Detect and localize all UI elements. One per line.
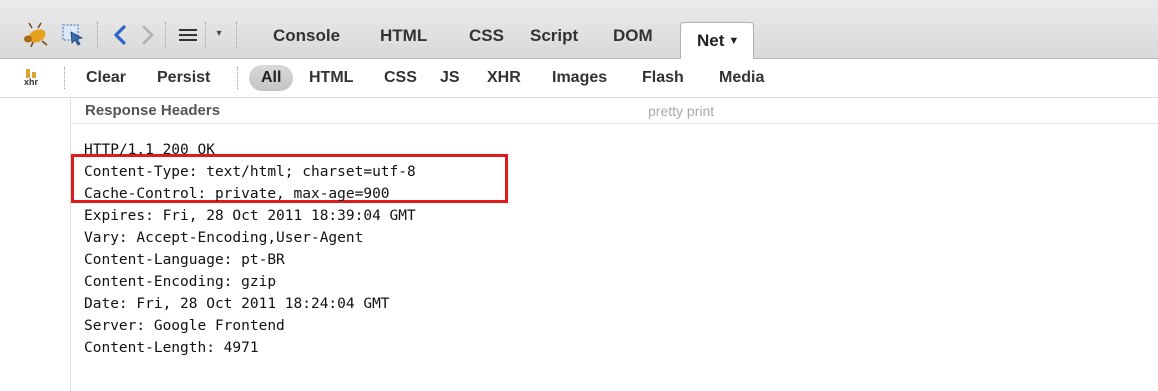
menu-list-icon[interactable] bbox=[176, 24, 200, 46]
header-line: Content-Encoding: gzip bbox=[84, 274, 277, 290]
toolbar-separator bbox=[97, 22, 98, 48]
header-line: Content-Language: pt-BR bbox=[84, 252, 285, 268]
header-line: Expires: Fri, 28 Oct 2011 18:39:04 GMT bbox=[84, 208, 416, 224]
toolbar-separator bbox=[64, 67, 65, 89]
toolbar-separator bbox=[205, 22, 206, 48]
filter-js-button[interactable]: JS bbox=[440, 69, 460, 87]
filter-flash-button[interactable]: Flash bbox=[642, 69, 684, 87]
toolbar-separator bbox=[165, 22, 166, 48]
header-line: Server: Google Frontend bbox=[84, 318, 285, 334]
header-line: Content-Type: text/html; charset=utf-8 bbox=[84, 164, 416, 180]
firebug-toolbar: ▾ Console HTML CSS Script DOM Net ▼ bbox=[0, 0, 1158, 59]
response-headers-title: Response Headers bbox=[85, 102, 221, 119]
tab-dom[interactable]: DOM bbox=[613, 26, 653, 46]
tab-net-label: Net bbox=[697, 31, 725, 50]
chevron-down-icon: ▼ bbox=[728, 35, 740, 47]
toolbar-separator bbox=[237, 67, 238, 89]
filter-media-button[interactable]: Media bbox=[719, 69, 764, 87]
request-gutter bbox=[0, 97, 71, 391]
tab-net[interactable]: Net ▼ bbox=[680, 22, 754, 59]
response-headers-header: Response Headers pretty print bbox=[70, 97, 1158, 124]
filter-images-button[interactable]: Images bbox=[552, 69, 607, 87]
persist-button[interactable]: Persist bbox=[157, 69, 210, 87]
forward-icon[interactable] bbox=[138, 24, 158, 46]
filter-all-button[interactable]: All bbox=[249, 65, 294, 91]
filter-xhr-button[interactable]: XHR bbox=[487, 69, 521, 87]
clear-button[interactable]: Clear bbox=[86, 69, 126, 87]
dropdown-arrow-icon[interactable]: ▾ bbox=[211, 22, 227, 44]
tab-css[interactable]: CSS bbox=[469, 26, 504, 46]
toolbar-separator bbox=[236, 22, 237, 48]
response-headers-list: HTTP/1.1 200 OK Content-Type: text/html;… bbox=[84, 139, 416, 359]
xhr-icon-label: xhr bbox=[23, 77, 38, 87]
header-line: Cache-Control: private, max-age=900 bbox=[84, 186, 390, 202]
pretty-print-link[interactable]: pretty print bbox=[648, 103, 714, 119]
filter-css-button[interactable]: CSS bbox=[384, 69, 417, 87]
response-panel: Response Headers pretty print HTTP/1.1 2… bbox=[0, 97, 1158, 391]
firebug-bug-icon[interactable] bbox=[20, 22, 50, 48]
tab-console[interactable]: Console bbox=[273, 26, 340, 46]
header-line: HTTP/1.1 200 OK bbox=[84, 142, 215, 158]
filter-html-button[interactable]: HTML bbox=[309, 69, 353, 87]
header-line: Date: Fri, 28 Oct 2011 18:24:04 GMT bbox=[84, 296, 390, 312]
tab-html[interactable]: HTML bbox=[380, 26, 427, 46]
tab-script[interactable]: Script bbox=[530, 26, 578, 46]
inspect-element-icon[interactable] bbox=[62, 24, 84, 46]
xhr-icon[interactable]: xhr bbox=[22, 69, 40, 89]
header-line: Content-Length: 4971 bbox=[84, 340, 259, 356]
net-filter-bar: xhr Clear Persist All HTML CSS JS XHR Im… bbox=[0, 59, 1158, 98]
header-line: Vary: Accept-Encoding,User-Agent bbox=[84, 230, 364, 246]
back-icon[interactable] bbox=[110, 24, 130, 46]
